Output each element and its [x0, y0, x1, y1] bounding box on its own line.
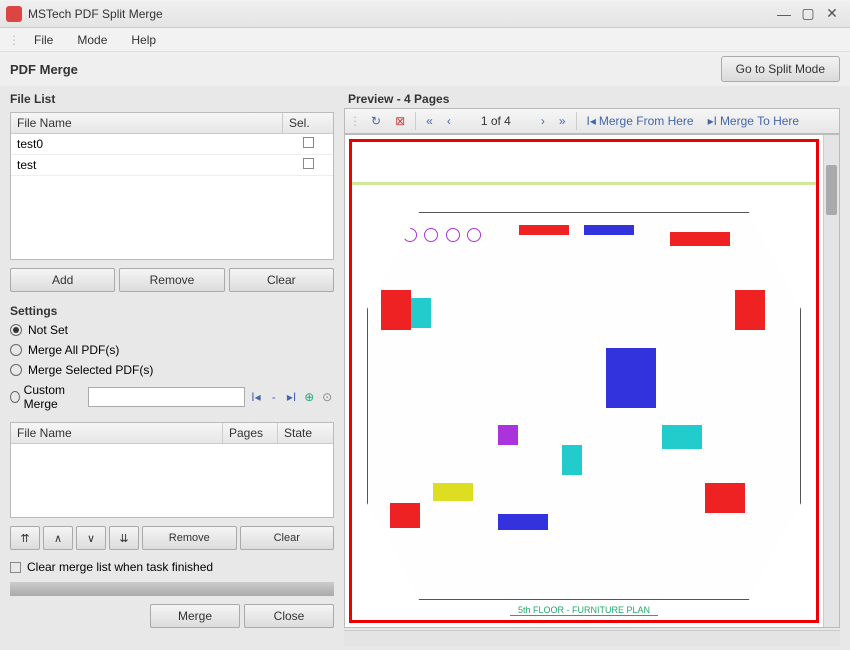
start-marker-icon: I◂ [587, 114, 596, 128]
mergelist-clear-button[interactable]: Clear [240, 526, 335, 550]
radio-label: Merge Selected PDF(s) [28, 363, 153, 377]
bottom-buttons: Merge Close [10, 604, 334, 628]
move-down-button[interactable]: ∨ [76, 526, 106, 550]
preview-toolbar: ⋮ ↻ ⊠ « ‹ 1 of 4 › » I◂Merge From Here ▸… [344, 108, 840, 134]
cell-sel [283, 134, 333, 154]
file-list-body: test0 test [11, 134, 333, 259]
table-row[interactable]: test [11, 155, 333, 176]
move-top-button[interactable]: ⇈ [10, 526, 40, 550]
add-button[interactable]: Add [10, 268, 115, 292]
radio-notset[interactable]: Not Set [10, 320, 334, 340]
col-state[interactable]: State [278, 423, 333, 443]
scroll-thumb[interactable] [826, 165, 837, 215]
progress-bar [10, 582, 334, 596]
cell-filename: test [11, 155, 283, 175]
horizontal-scrollbar[interactable] [344, 630, 840, 646]
first-page-icon[interactable]: I◂ [249, 388, 263, 406]
move-bottom-button[interactable]: ⇊ [109, 526, 139, 550]
preview-viewport: 5th FLOOR - FURNITURE PLAN [344, 134, 840, 628]
remove-range-icon[interactable]: ⊙ [320, 388, 334, 406]
cell-sel [283, 155, 333, 175]
preview-heading: Preview - 4 Pages [344, 90, 840, 108]
grip-icon: ⋮ [349, 114, 361, 128]
radio-label: Merge All PDF(s) [28, 343, 119, 357]
merge-list-header: File Name Pages State [11, 423, 333, 444]
radio-icon [10, 391, 20, 403]
menu-mode[interactable]: Mode [67, 31, 117, 49]
cell-filename: test0 [11, 134, 283, 154]
merge-to-here-button[interactable]: ▸IMerge To Here [704, 112, 804, 130]
col-pages[interactable]: Pages [223, 423, 278, 443]
filelist-heading: File List [10, 90, 334, 108]
preview-panel: Preview - 4 Pages ⋮ ↻ ⊠ « ‹ 1 of 4 › » I… [340, 86, 850, 650]
table-row[interactable]: test0 [11, 134, 333, 155]
file-list-header: File Name Sel. [11, 113, 333, 134]
app-icon [6, 6, 22, 22]
titlebar: MSTech PDF Split Merge — ▢ ✕ [0, 0, 850, 28]
page-indicator: 1 of 4 [461, 114, 531, 128]
left-panel: File List File Name Sel. test0 test Add … [0, 86, 340, 650]
checkbox-icon[interactable] [303, 137, 314, 148]
menu-file[interactable]: File [24, 31, 63, 49]
merge-button[interactable]: Merge [150, 604, 240, 628]
mode-bar: PDF Merge Go to Split Mode [0, 52, 850, 86]
settings-heading: Settings [10, 302, 334, 320]
last-page-button[interactable]: » [555, 112, 570, 130]
end-marker-icon: ▸I [708, 114, 717, 128]
radio-merge-selected[interactable]: Merge Selected PDF(s) [10, 360, 334, 380]
checkbox-icon[interactable] [303, 158, 314, 169]
add-range-icon[interactable]: ⊕ [302, 388, 316, 406]
mode-title: PDF Merge [10, 62, 721, 77]
radio-label: Not Set [28, 323, 68, 337]
dash-icon: - [267, 388, 281, 406]
col-sel[interactable]: Sel. [283, 113, 333, 133]
separator [415, 112, 416, 130]
prev-page-button[interactable]: ‹ [443, 112, 455, 130]
close-window-button[interactable]: ✕ [820, 4, 844, 24]
radio-icon [10, 344, 22, 356]
next-page-button[interactable]: › [537, 112, 549, 130]
clear-button[interactable]: Clear [229, 268, 334, 292]
close-preview-icon[interactable]: ⊠ [391, 112, 409, 130]
floorplan-graphic [367, 212, 801, 600]
last-page-icon[interactable]: ▸I [285, 388, 299, 406]
radio-merge-all[interactable]: Merge All PDF(s) [10, 340, 334, 360]
maximize-button[interactable]: ▢ [796, 4, 820, 24]
vertical-scrollbar[interactable] [823, 135, 839, 627]
menu-help[interactable]: Help [121, 31, 166, 49]
menu-separator: ⋮ [8, 33, 20, 47]
col-filename[interactable]: File Name [11, 113, 283, 133]
custom-merge-input[interactable] [88, 387, 245, 407]
merge-list-table: File Name Pages State [10, 422, 334, 518]
go-to-split-mode-button[interactable]: Go to Split Mode [721, 56, 840, 82]
preview-page[interactable]: 5th FLOOR - FURNITURE PLAN [349, 139, 819, 623]
merge-from-here-button[interactable]: I◂Merge From Here [583, 112, 698, 130]
rotate-icon[interactable]: ↻ [367, 112, 385, 130]
settings-section: Settings Not Set Merge All PDF(s) Merge … [10, 302, 334, 414]
radio-icon [10, 324, 22, 336]
clear-on-finish-option[interactable]: Clear merge list when task finished [10, 560, 334, 574]
remove-button[interactable]: Remove [119, 268, 224, 292]
radio-custom-merge[interactable]: Custom Merge I◂ - ▸I ⊕ ⊙ [10, 380, 334, 414]
separator [576, 112, 577, 130]
window-title: MSTech PDF Split Merge [28, 7, 772, 21]
minimize-button[interactable]: — [772, 4, 796, 24]
checkbox-icon [10, 562, 21, 573]
menubar: ⋮ File Mode Help [0, 28, 850, 52]
close-button[interactable]: Close [244, 604, 334, 628]
option-label: Clear merge list when task finished [27, 560, 213, 574]
file-list-table: File Name Sel. test0 test [10, 112, 334, 260]
radio-label: Custom Merge [24, 383, 84, 411]
filelist-buttons: Add Remove Clear [10, 268, 334, 292]
move-up-button[interactable]: ∧ [43, 526, 73, 550]
main-area: File List File Name Sel. test0 test Add … [0, 86, 850, 650]
mergelist-remove-button[interactable]: Remove [142, 526, 237, 550]
radio-icon [10, 364, 22, 376]
floorplan-caption: 5th FLOOR - FURNITURE PLAN [510, 605, 658, 616]
merge-list-body [11, 444, 333, 517]
first-page-button[interactable]: « [422, 112, 437, 130]
reorder-buttons: ⇈ ∧ ∨ ⇊ Remove Clear [10, 526, 334, 550]
col-filename[interactable]: File Name [11, 423, 223, 443]
